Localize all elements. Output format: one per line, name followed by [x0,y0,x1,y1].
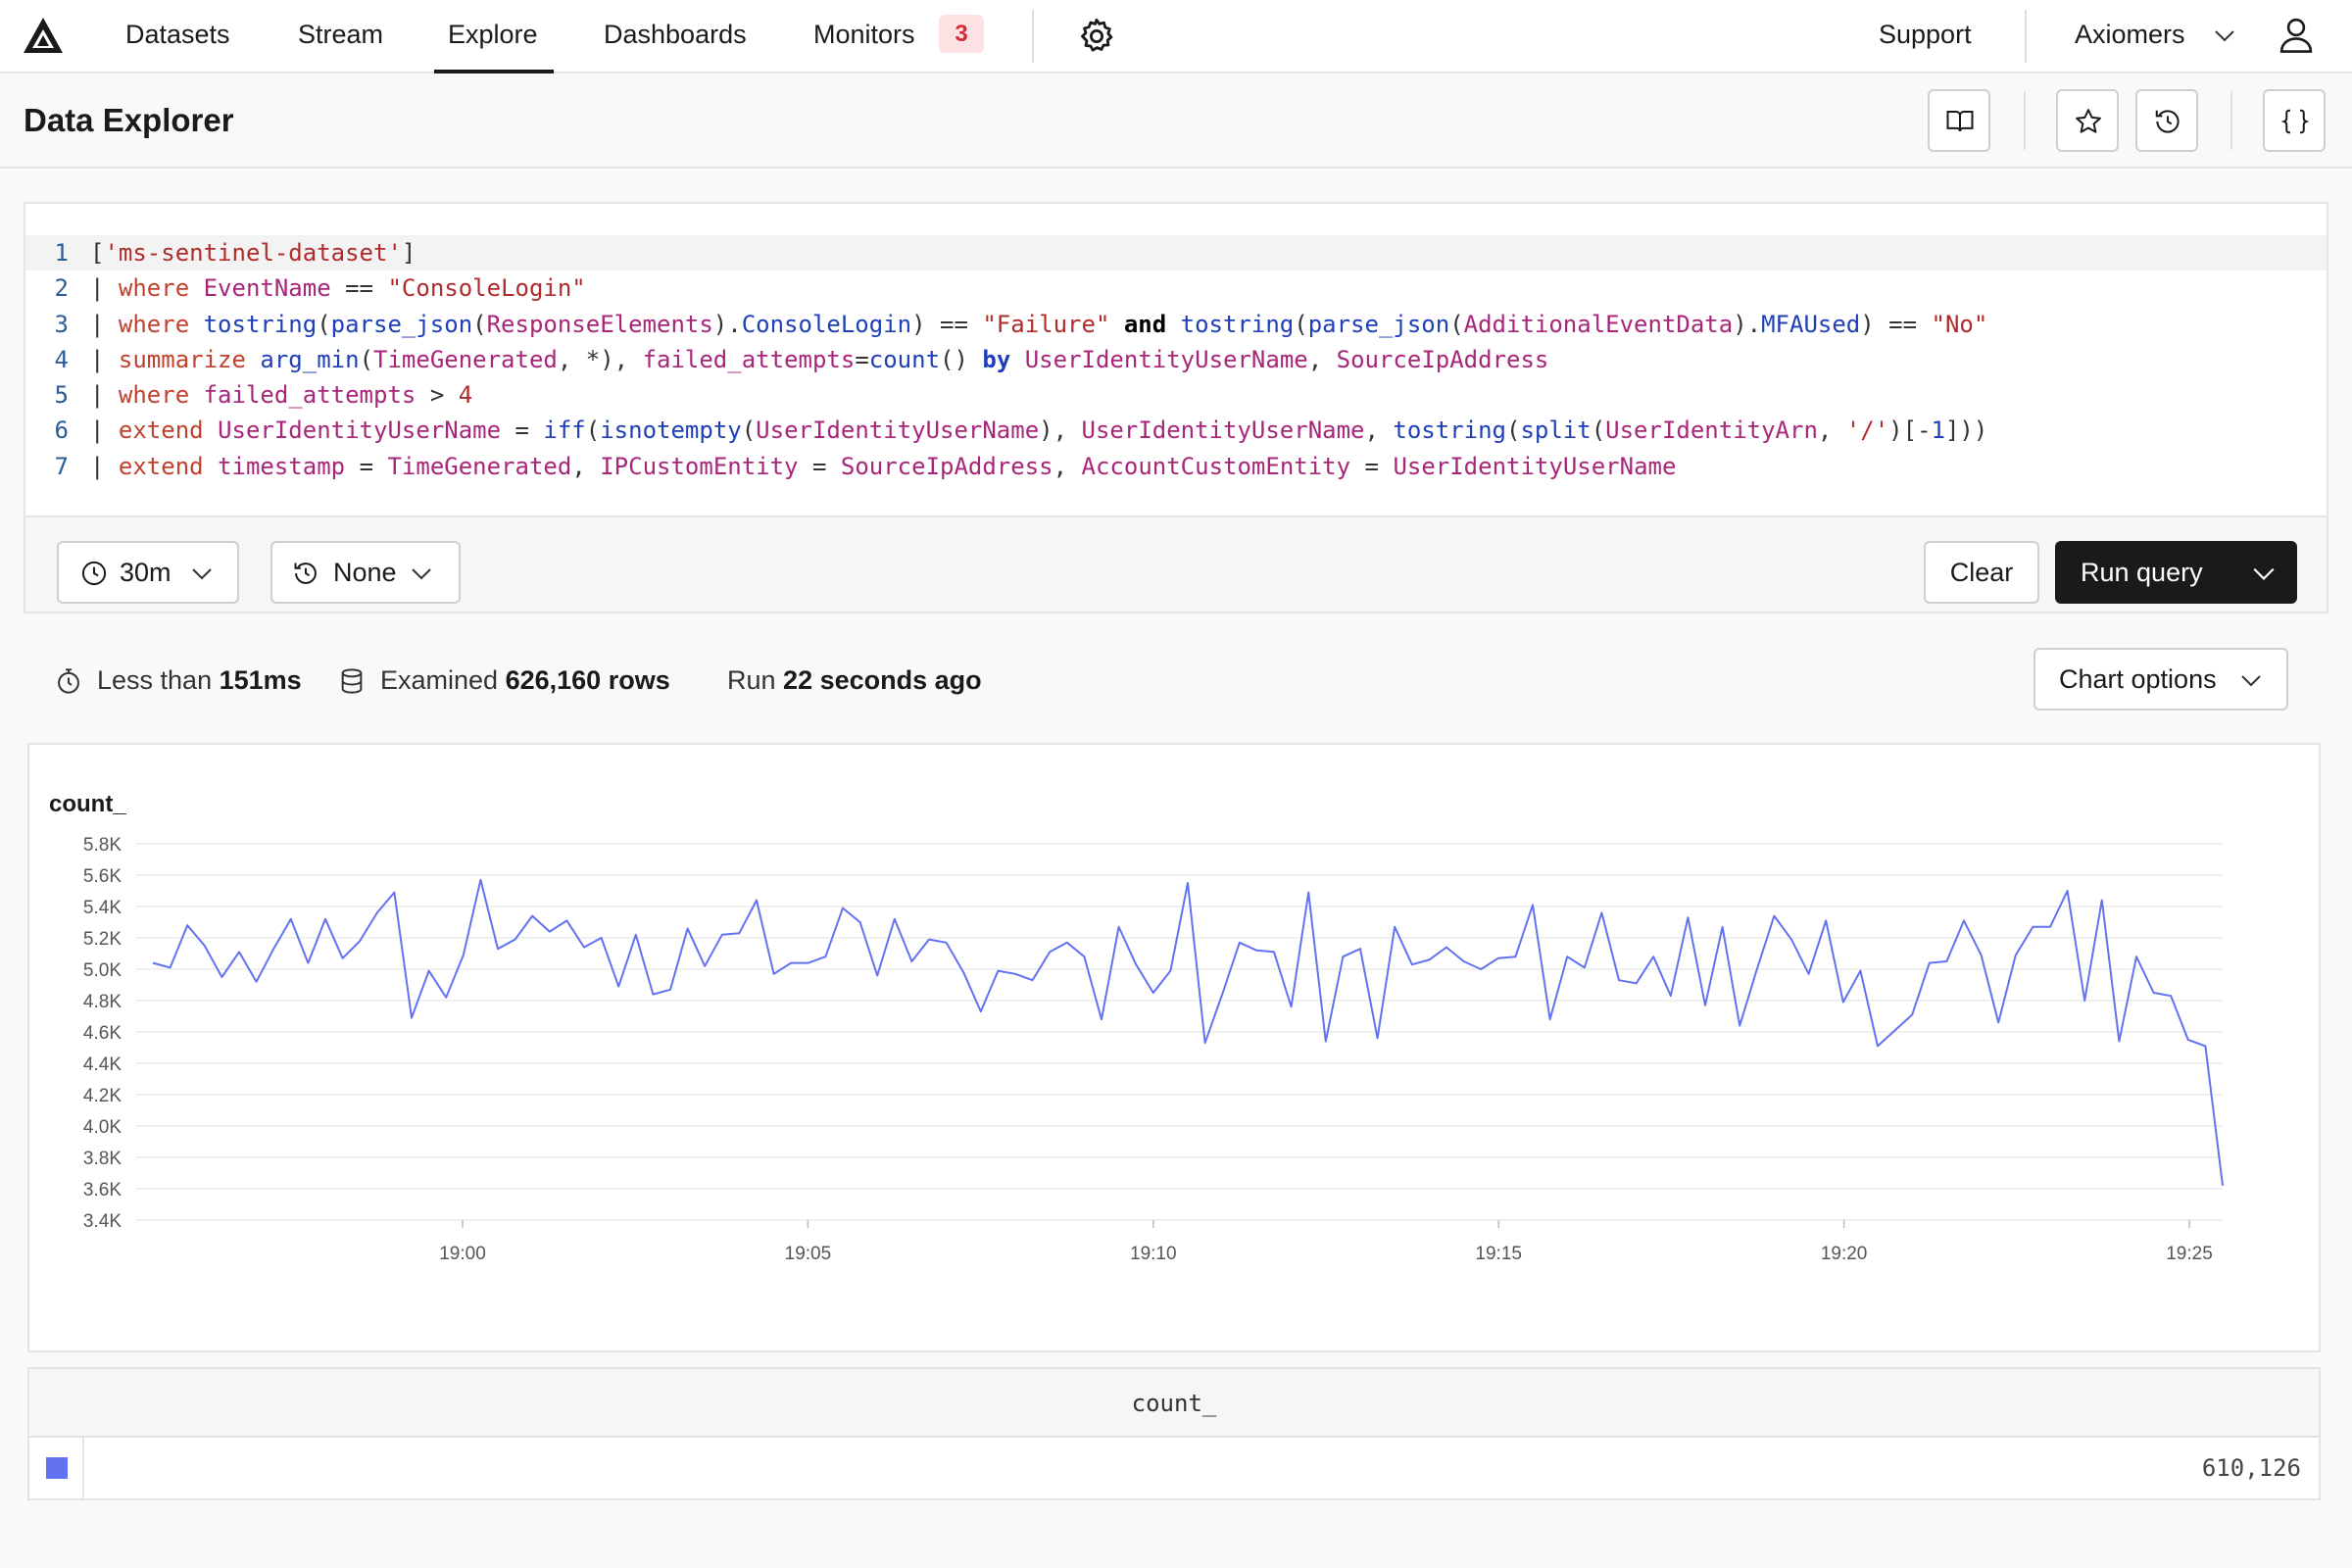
top-nav: Datasets Stream Explore Dashboards Monit… [0,0,2352,74]
nav-dashboards[interactable]: Dashboards [604,0,747,74]
total-count-value: 610,126 [2201,1454,2301,1482]
duration-prefix: Less than [97,665,213,695]
y-tick-label: 4.8K [83,992,122,1012]
line-number: 5 [54,381,69,410]
clear-button[interactable]: Clear [1924,541,2039,604]
count-line-chart[interactable]: 5.8K 5.6K 5.4K 5.2K 5.0K 4.8K 4.6K 4.4K 4.2K 4.0K… [27,743,2321,1352]
y-tick-label: 4.0K [83,1117,122,1138]
chevron-down-icon[interactable] [2251,561,2277,586]
code-line[interactable]: 3 | where tostring(parse_json(ResponseEle… [25,307,2327,342]
star-icon [2076,109,2101,133]
star-query-button[interactable] [2056,89,2119,152]
x-tick-label: 19:25 [2166,1244,2213,1264]
line-number: 7 [54,452,69,480]
run-stat: Run 22 seconds ago [727,647,982,713]
run-query-button[interactable]: Run query [2055,541,2297,604]
x-tick-label: 19:10 [1130,1244,1177,1264]
chart-options-button[interactable]: Chart options [2034,648,2288,710]
header-divider [2024,91,2026,150]
y-tick-label: 3.8K [83,1149,122,1169]
examined-value: 626,160 rows [505,665,670,695]
time-range-value: 30m [120,558,172,587]
code-area[interactable]: 1 ['ms-sentinel-dataset'] 2 | where EventN… [25,235,2327,484]
code-line[interactable]: 5 | where failed_attempts > 4 [25,377,2327,413]
chevron-down-icon [192,568,212,580]
series-swatch [46,1457,68,1479]
code-line[interactable]: 1 ['ms-sentinel-dataset'] [25,235,2327,271]
y-tick-label: 5.0K [83,960,122,981]
stopwatch-icon [58,668,79,694]
editor-toolbar: 30m None Clear Run query [25,515,2327,612]
x-tick-label: 19:00 [439,1244,486,1264]
line-number: 3 [54,310,69,338]
y-tick-label: 3.4K [83,1211,122,1232]
code-line[interactable]: 7 | extend timestamp = TimeGenerated, IPC… [25,449,2327,484]
axiom-logo-icon[interactable] [22,16,65,55]
x-tick-label: 19:20 [1821,1244,1868,1264]
y-tick-label: 4.2K [83,1086,122,1106]
gear-icon[interactable] [1076,16,1117,57]
nav-divider [2025,10,2027,63]
examined-prefix: Examined [380,665,499,695]
query-history-button[interactable] [2135,89,2198,152]
braces-icon [2280,109,2310,134]
chevron-down-icon [412,568,431,580]
nav-explore[interactable]: Explore [434,0,554,74]
page-title: Data Explorer [24,102,234,138]
history-icon [294,563,317,584]
chevron-down-icon[interactable] [2213,24,2236,47]
y-tick-label: 5.8K [83,835,122,856]
clock-icon [81,561,107,586]
series-color-cell [29,1438,84,1498]
database-icon [341,668,363,694]
header-divider [2230,91,2232,150]
chevron-down-icon [2241,675,2261,687]
line-number: 1 [54,239,69,267]
json-view-button[interactable] [2263,89,2326,152]
run-query-label: Run query [2081,558,2203,587]
code-line[interactable]: 6 | extend UserIdentityUserName = iff(isn… [25,413,2327,448]
code-line[interactable]: 2 | where EventName == "ConsoleLogin" [25,270,2327,306]
monitors-count-badge: 3 [939,15,984,53]
chart-options-label: Chart options [2059,664,2217,694]
line-number: 2 [54,274,69,303]
x-tick-label: 19:15 [1475,1244,1522,1264]
table-header-count[interactable]: count_ [29,1369,2319,1438]
support-link[interactable]: Support [1879,0,1972,69]
nav-monitors[interactable]: Monitors [813,0,915,74]
totals-table: count_ 610,126 [27,1367,2321,1500]
x-tick-label: 19:05 [785,1244,832,1264]
y-tick-label: 5.6K [83,866,122,887]
line-number: 4 [54,345,69,373]
y-tick-label: 5.2K [83,929,122,950]
line-number: 6 [54,416,69,445]
run-ago-value: 22 seconds ago [783,665,982,695]
nav-stream[interactable]: Stream [298,0,383,74]
nav-datasets[interactable]: Datasets [125,0,230,74]
y-tick-label: 5.4K [83,898,122,918]
org-switcher[interactable]: Axiomers [2075,0,2185,69]
code-line[interactable]: 4 | summarize arg_min(TimeGenerated, *), … [25,342,2327,377]
y-tick-label: 4.4K [83,1054,122,1075]
duration-value: 151ms [219,665,302,695]
page-header: Data Explorer [0,75,2352,169]
table-row[interactable]: 610,126 [29,1438,2319,1498]
compare-value: None [333,558,397,587]
query-editor[interactable]: 1 ['ms-sentinel-dataset'] 2 | where EventN… [24,202,2328,613]
history-icon [2155,110,2180,133]
series-line-count[interactable] [152,878,2224,1186]
run-prefix: Run [727,665,776,695]
y-tick-label: 4.6K [83,1023,122,1044]
y-tick-label: 3.6K [83,1180,122,1200]
user-icon[interactable] [2276,14,2317,55]
query-stats: Less than 151ms Examined 626,160 rows Ru… [0,647,2352,713]
nav-divider [1032,10,1034,63]
book-icon [1946,111,1974,132]
time-range-select[interactable]: 30m [57,541,239,604]
compare-select[interactable]: None [270,541,461,604]
docs-button[interactable] [1928,89,1990,152]
